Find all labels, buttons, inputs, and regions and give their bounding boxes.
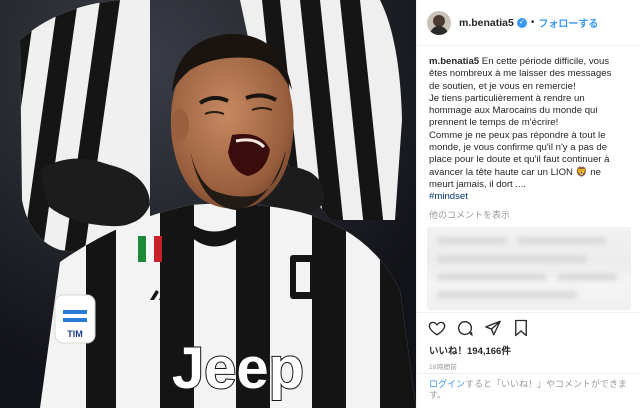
jeep-sponsor-text: Jeep bbox=[172, 336, 304, 401]
post-header: m.benatia5 ✓ • フォローする bbox=[417, 0, 640, 46]
caption-line: monde, je vous confirme qu'il n'y a pas … bbox=[429, 142, 608, 154]
caption-line: prennent le temps de m'écrire! bbox=[429, 117, 559, 129]
login-link[interactable]: ログイン bbox=[429, 379, 465, 389]
caption-line: de soutien, et je vous en remercie! bbox=[429, 80, 576, 92]
like-count[interactable]: いいね！194,166件 bbox=[429, 343, 511, 357]
post-timestamp: 18時間前 bbox=[429, 364, 458, 371]
post-side-panel: m.benatia5 ✓ • フォローする m.benatia5 En cett… bbox=[416, 0, 640, 408]
comment-icon[interactable] bbox=[455, 318, 475, 338]
instagram-post-window: TIM Jeep m.benatia5 ✓ • フォローする m.benatia… bbox=[0, 0, 640, 408]
tim-badge-text: TIM bbox=[67, 329, 83, 339]
caption-line: meurt jamais, il dort .... bbox=[429, 178, 527, 190]
blurred-comments bbox=[427, 227, 631, 310]
separator-dot: • bbox=[530, 17, 535, 28]
caption-line: Comme je ne peux pas répondre à tout le bbox=[429, 129, 606, 141]
heart-icon[interactable] bbox=[427, 318, 447, 338]
bookmark-icon[interactable] bbox=[511, 318, 531, 338]
caption-line: Je tiens particulièrement à rendre un bbox=[429, 92, 585, 104]
caption-line: place pour le doute et qu'il faut contin… bbox=[429, 154, 610, 166]
hashtag-link[interactable]: #mindset bbox=[429, 191, 468, 202]
caption-line: hommage aux Marocains du monde qui bbox=[429, 105, 598, 117]
football-player-photo: TIM Jeep bbox=[0, 0, 416, 408]
follow-button[interactable]: フォローする bbox=[538, 15, 598, 30]
more-comments-link[interactable]: 他のコメントを表示 bbox=[429, 209, 630, 221]
share-icon[interactable] bbox=[483, 318, 503, 338]
header-username[interactable]: m.benatia5 bbox=[459, 17, 514, 29]
post-photo[interactable]: TIM Jeep bbox=[0, 0, 416, 408]
verified-badge-icon: ✓ bbox=[516, 17, 527, 28]
avatar[interactable] bbox=[427, 10, 451, 35]
action-bar bbox=[417, 312, 640, 342]
post-caption: m.benatia5 En cette période difficile, v… bbox=[417, 46, 640, 246]
caption-line: êtes nombreux à me laisser des messages bbox=[429, 68, 612, 80]
login-prompt: ログインすると「いいね！」やコメントができます。 bbox=[417, 373, 640, 408]
caption-username[interactable]: m.benatia5 bbox=[429, 56, 479, 67]
caption-line: En cette période difficile, vous bbox=[481, 56, 610, 67]
caption-line: avancer la tête haute car un LION 🦁 ne bbox=[429, 166, 601, 178]
